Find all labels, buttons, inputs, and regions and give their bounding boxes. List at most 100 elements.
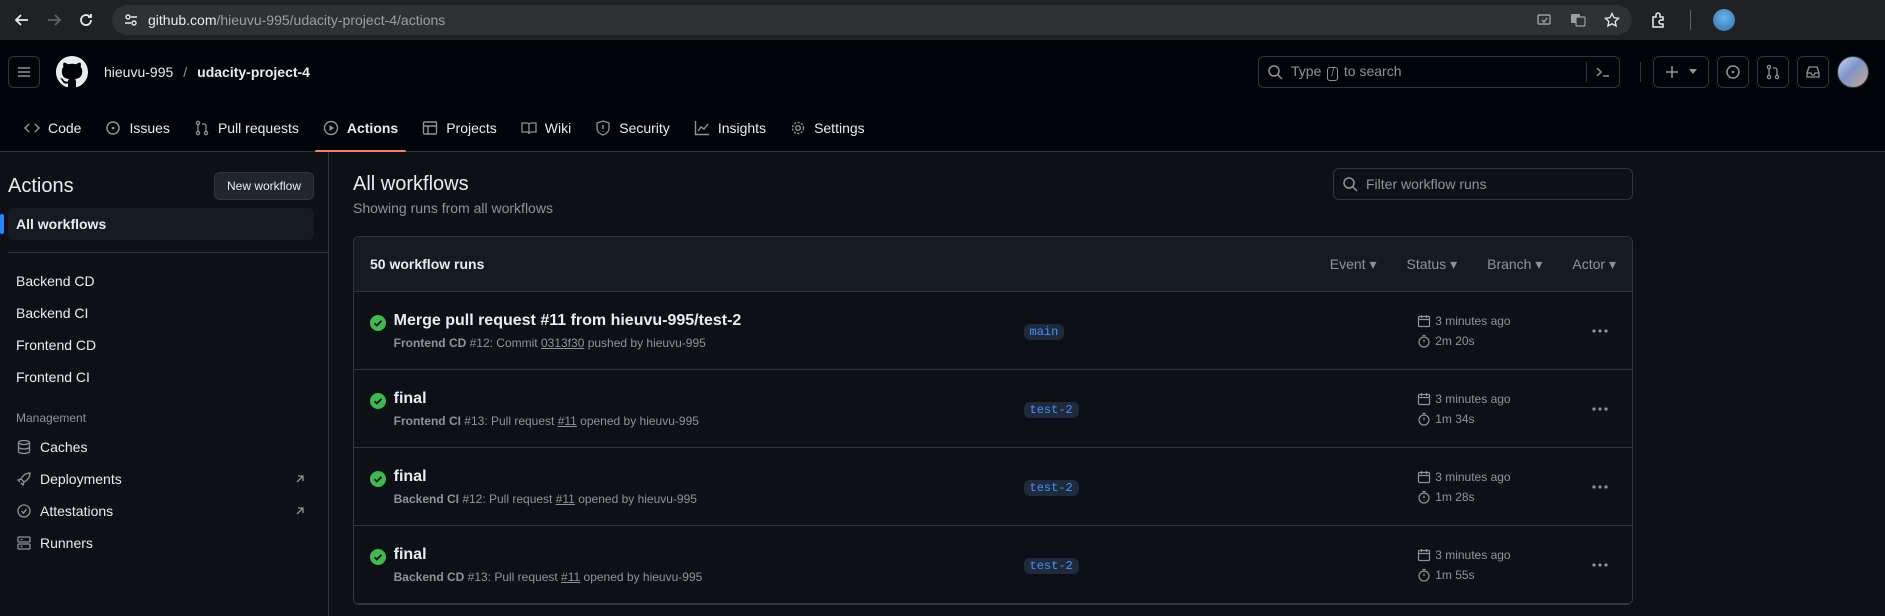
create-new-button[interactable] <box>1653 56 1709 88</box>
browser-profile-avatar[interactable] <box>1713 9 1735 31</box>
pull-requests-icon[interactable] <box>1757 56 1789 88</box>
actor-filter-dropdown[interactable]: Actor <box>1572 256 1616 273</box>
run-ref-link[interactable]: #11 <box>558 414 577 428</box>
success-check-icon <box>370 471 394 487</box>
run-ref-link[interactable]: 0313f30 <box>541 336 584 350</box>
run-ref-link[interactable]: #11 <box>561 570 580 584</box>
tab-actions[interactable]: Actions <box>314 104 407 152</box>
repo-nav: Code Issues Pull requests Actions Projec… <box>0 104 1885 152</box>
url-host: github.com <box>148 12 217 28</box>
workflow-run-row[interactable]: Merge pull request #11 from hieuvu-995/t… <box>354 292 1632 370</box>
translate-icon[interactable] <box>1570 12 1586 28</box>
inbox-icon[interactable] <box>1797 56 1829 88</box>
search-icon <box>1267 64 1283 80</box>
reload-icon[interactable] <box>72 6 100 34</box>
tab-code[interactable]: Code <box>16 104 89 152</box>
tab-security[interactable]: Security <box>587 104 678 152</box>
tab-pull-requests[interactable]: Pull requests <box>186 104 307 152</box>
workflow-run-row[interactable]: final Backend CI #12: Pull request #11 o… <box>354 448 1632 526</box>
tab-label: Insights <box>717 120 767 136</box>
run-duration: 2m 20s <box>1435 333 1475 348</box>
sidebar-item-deployments[interactable]: Deployments <box>8 463 314 495</box>
site-settings-icon[interactable] <box>124 13 138 27</box>
repo-name-link[interactable]: udacity-project-4 <box>197 64 310 80</box>
run-workflow-name: Frontend CI <box>393 413 461 428</box>
bookmark-star-icon[interactable] <box>1604 12 1620 28</box>
calendar-icon <box>1417 314 1431 328</box>
kebab-menu-icon[interactable] <box>1585 393 1617 425</box>
success-check-icon <box>370 549 394 565</box>
run-workflow-name: Backend CI <box>393 491 459 506</box>
new-workflow-button[interactable]: New workflow <box>213 172 314 200</box>
actions-sidebar: Actions New workflow All workflows Backe… <box>0 152 329 616</box>
branch-badge[interactable]: test-2 <box>1023 479 1079 496</box>
github-logo-icon[interactable] <box>56 56 88 88</box>
kebab-menu-icon[interactable] <box>1585 549 1617 581</box>
book-icon <box>521 120 537 136</box>
forward-arrow-icon[interactable] <box>40 6 68 34</box>
hamburger-menu-icon[interactable] <box>8 56 40 88</box>
sidebar-item-attestations[interactable]: Attestations <box>8 495 314 527</box>
stopwatch-icon <box>1417 334 1431 348</box>
sidebar-item-runners[interactable]: Runners <box>8 527 314 559</box>
address-bar[interactable]: github.com/hieuvu-995/udacity-project-4/… <box>112 5 1632 35</box>
workflow-run-row[interactable]: final Frontend CI #13: Pull request #11 … <box>354 370 1632 448</box>
runs-list-header: 50 workflow runs Event Status Branch Act… <box>354 237 1632 292</box>
tab-insights[interactable]: Insights <box>686 104 774 152</box>
run-timestamp: 3 minutes ago <box>1435 547 1511 562</box>
sidebar-item-all-workflows[interactable]: All workflows <box>0 208 314 240</box>
extensions-icon[interactable] <box>1650 11 1668 29</box>
branch-badge[interactable]: test-2 <box>1023 557 1079 574</box>
run-meta-text: opened by hieuvu-995 <box>580 569 703 584</box>
workflow-runs-list: 50 workflow runs Event Status Branch Act… <box>353 236 1633 605</box>
external-link-arrow-icon <box>294 473 306 485</box>
branch-badge[interactable]: test-2 <box>1023 401 1079 418</box>
run-title-link[interactable]: Merge pull request #11 from hieuvu-995/t… <box>394 312 1024 330</box>
tab-label: Pull requests <box>217 120 299 136</box>
branch-badge[interactable]: main <box>1023 323 1065 340</box>
sidebar-item-label: Attestations <box>40 503 114 519</box>
sidebar-item-caches[interactable]: Caches <box>8 431 314 463</box>
status-filter-dropdown[interactable]: Status <box>1406 256 1457 273</box>
back-arrow-icon[interactable] <box>8 6 36 34</box>
kebab-menu-icon[interactable] <box>1585 471 1617 503</box>
calendar-icon <box>1417 548 1431 562</box>
code-icon <box>24 120 40 136</box>
breadcrumb-separator: / <box>183 64 188 80</box>
tab-projects[interactable]: Projects <box>414 104 505 152</box>
sidebar-item-frontend-cd[interactable]: Frontend CD <box>8 329 314 361</box>
run-title-link[interactable]: final <box>394 390 1024 408</box>
repo-owner-link[interactable]: hieuvu-995 <box>104 64 173 80</box>
tab-label: Issues <box>129 120 170 136</box>
kebab-menu-icon[interactable] <box>1585 315 1617 347</box>
run-meta-text: opened by hieuvu-995 <box>576 413 699 428</box>
user-avatar[interactable] <box>1837 56 1869 88</box>
sidebar-item-backend-cd[interactable]: Backend CD <box>8 265 314 297</box>
tab-settings[interactable]: Settings <box>782 104 873 152</box>
global-search-input[interactable]: Type / to search <box>1258 56 1620 88</box>
breadcrumb: hieuvu-995 / udacity-project-4 <box>104 64 310 80</box>
sidebar-item-backend-ci[interactable]: Backend CI <box>8 297 314 329</box>
run-title-link[interactable]: final <box>394 468 1024 486</box>
rocket-icon <box>16 471 32 487</box>
tab-label: Security <box>619 120 670 136</box>
sidebar-item-frontend-ci[interactable]: Frontend CI <box>8 361 314 393</box>
sidebar-item-label: Caches <box>40 439 88 455</box>
tab-wiki[interactable]: Wiki <box>513 104 579 152</box>
cast-icon[interactable] <box>1536 12 1552 28</box>
chevron-down-icon <box>1689 69 1697 75</box>
tab-issues[interactable]: Issues <box>97 104 177 152</box>
run-ref-link[interactable]: #11 <box>556 492 575 506</box>
tab-label: Settings <box>814 120 865 136</box>
filter-workflow-runs-input[interactable]: Filter workflow runs <box>1333 168 1633 200</box>
event-filter-dropdown[interactable]: Event <box>1330 256 1377 273</box>
search-placeholder: Type / to search <box>1291 63 1402 81</box>
issue-icon <box>105 120 121 136</box>
branch-filter-dropdown[interactable]: Branch <box>1487 256 1542 273</box>
verified-icon <box>16 503 32 519</box>
workflow-run-row[interactable]: final Backend CD #13: Pull request #11 o… <box>354 526 1632 604</box>
command-palette-icon[interactable] <box>1586 62 1611 82</box>
tab-label: Code <box>48 120 82 136</box>
run-title-link[interactable]: final <box>394 546 1024 564</box>
issues-icon[interactable] <box>1717 56 1749 88</box>
